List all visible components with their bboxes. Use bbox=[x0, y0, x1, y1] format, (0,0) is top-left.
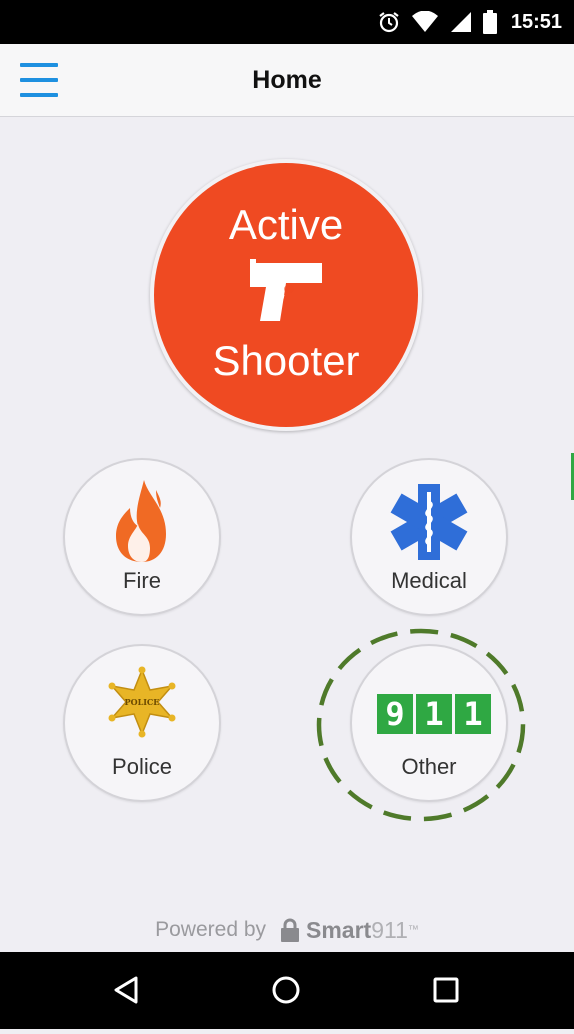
lock-icon bbox=[281, 918, 300, 942]
powered-by-text: Powered by bbox=[155, 918, 267, 941]
status-time: 15:51 bbox=[510, 10, 562, 33]
brand-bold: Smart bbox=[306, 916, 372, 943]
fire-button[interactable]: Fire bbox=[63, 458, 221, 616]
hamburger-menu-icon[interactable] bbox=[20, 63, 58, 97]
battery-icon bbox=[482, 10, 497, 34]
alarm-icon bbox=[379, 12, 399, 33]
brand-light: 911 bbox=[371, 916, 408, 943]
active-shooter-label-line1: Active bbox=[228, 201, 344, 248]
app-bar: Home bbox=[0, 44, 574, 117]
pistol-icon bbox=[250, 259, 322, 321]
home-button[interactable] bbox=[246, 952, 326, 1029]
911-icon: 911 bbox=[377, 694, 497, 734]
home-icon bbox=[272, 976, 300, 1004]
back-icon bbox=[114, 976, 138, 1004]
police-badge-icon: POLICE bbox=[108, 666, 176, 738]
medical-label: Medical bbox=[391, 568, 467, 593]
star-of-life-icon bbox=[390, 484, 468, 560]
digit-box: 1 bbox=[455, 694, 491, 734]
police-button[interactable]: POLICE Police bbox=[63, 644, 221, 802]
other-button[interactable]: 911 Other bbox=[350, 644, 508, 802]
fire-label: Fire bbox=[123, 568, 161, 593]
back-button[interactable] bbox=[86, 952, 166, 1029]
active-shooter-button[interactable]: Active Shooter bbox=[150, 159, 422, 431]
recents-icon bbox=[433, 977, 459, 1003]
status-bar: 15:51 bbox=[0, 0, 574, 44]
digit-box: 1 bbox=[416, 694, 452, 734]
recents-button[interactable] bbox=[406, 952, 486, 1029]
police-label: Police bbox=[112, 754, 172, 779]
nav-bar bbox=[0, 952, 574, 1029]
active-shooter-label-line2: Shooter bbox=[212, 337, 360, 384]
flame-icon bbox=[116, 480, 166, 562]
page-title: Home bbox=[252, 66, 322, 94]
digit-box: 9 bbox=[377, 694, 413, 734]
signal-icon bbox=[450, 12, 471, 32]
trademark: ™ bbox=[407, 924, 419, 936]
other-label: Other bbox=[401, 754, 457, 779]
police-badge-text: POLICE bbox=[125, 697, 160, 707]
powered-by-footer: Powered by Smart 911 ™ bbox=[0, 910, 574, 950]
wifi-icon bbox=[411, 11, 438, 32]
medical-button[interactable]: Medical bbox=[350, 458, 508, 616]
status-icons: 15:51 bbox=[377, 0, 562, 44]
